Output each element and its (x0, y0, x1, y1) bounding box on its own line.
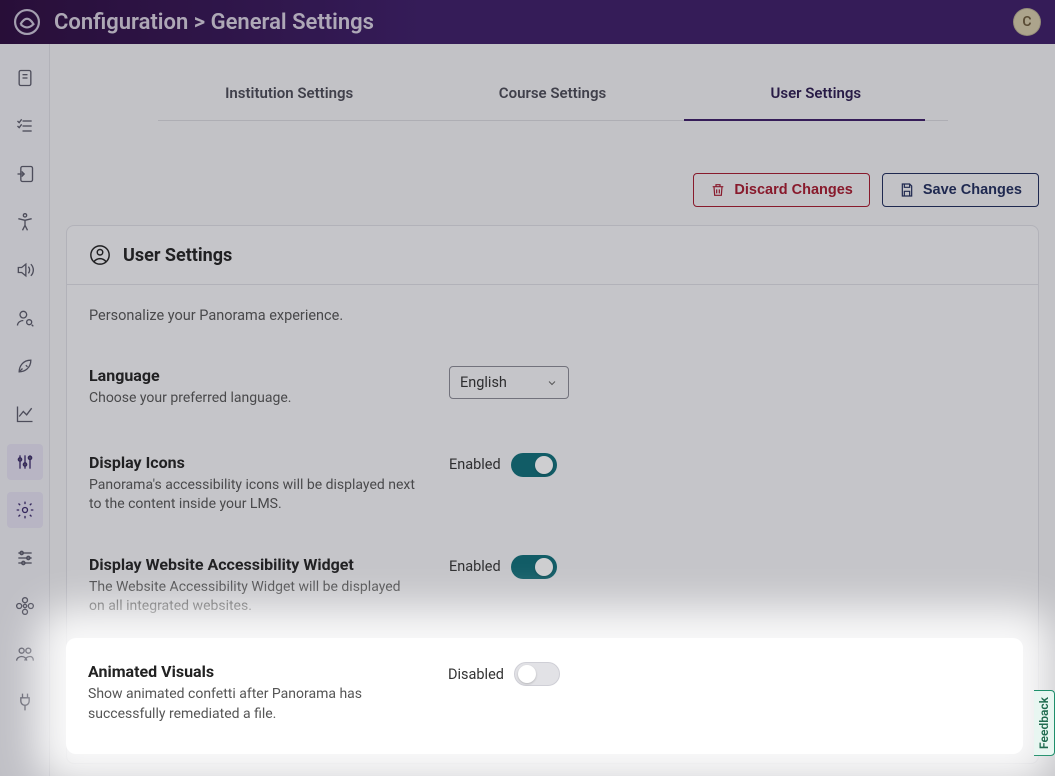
trash-icon (710, 182, 726, 198)
card-header: User Settings (67, 226, 1038, 285)
display-widget-toggle[interactable] (511, 555, 557, 579)
section-intro: Personalize your Panorama experience. (89, 307, 1016, 324)
sidebar-gear-icon[interactable] (7, 492, 43, 528)
action-buttons: Discard Changes Save Changes (50, 121, 1055, 225)
user-circle-icon (89, 244, 111, 266)
save-changes-button[interactable]: Save Changes (882, 173, 1039, 207)
language-title: Language (89, 366, 419, 385)
sidebar-accessibility-icon[interactable] (7, 204, 43, 240)
sidebar-equalizer-icon[interactable] (7, 540, 43, 576)
tab-user-settings[interactable]: User Settings (684, 84, 947, 120)
display-icons-title: Display Icons (89, 453, 419, 472)
sidebar-rocket-icon[interactable] (7, 348, 43, 384)
feedback-tab[interactable]: Feedback (1034, 690, 1055, 756)
animated-visuals-desc: Show animated confetti after Panorama ha… (88, 685, 418, 724)
sidebar-plug-icon[interactable] (7, 684, 43, 720)
setting-display-widget: Display Website Accessibility Widget The… (89, 515, 1016, 617)
setting-display-icons: Display Icons Panorama's accessibility i… (89, 409, 1016, 515)
card-title: User Settings (123, 245, 232, 266)
save-icon (899, 182, 915, 198)
language-value: English (460, 374, 507, 391)
display-widget-title: Display Website Accessibility Widget (89, 555, 419, 574)
tab-course-settings[interactable]: Course Settings (421, 84, 684, 120)
discard-changes-button[interactable]: Discard Changes (693, 173, 869, 207)
sidebar-flower-icon[interactable] (7, 588, 43, 624)
setting-animated-visuals: Animated Visuals Show animated confetti … (66, 638, 1023, 754)
display-widget-desc: The Website Accessibility Widget will be… (89, 578, 419, 617)
save-label: Save Changes (923, 182, 1022, 198)
settings-tabs: Institution Settings Course Settings Use… (158, 84, 948, 121)
app-logo-icon (14, 9, 40, 35)
discard-label: Discard Changes (734, 182, 852, 198)
sidebar-group-icon[interactable] (7, 636, 43, 672)
display-icons-desc: Panorama's accessibility icons will be d… (89, 476, 419, 515)
sidebar-chart-icon[interactable] (7, 396, 43, 432)
breadcrumb: Configuration > General Settings (54, 10, 374, 35)
sidebar-document-icon[interactable] (7, 60, 43, 96)
chevron-down-icon (546, 377, 558, 389)
animated-visuals-toggle[interactable] (514, 662, 560, 686)
sidebar-volume-icon[interactable] (7, 252, 43, 288)
tab-institution-settings[interactable]: Institution Settings (158, 84, 421, 120)
language-desc: Choose your preferred language. (89, 389, 419, 409)
animated-visuals-state: Disabled (448, 666, 504, 683)
sidebar-user-search-icon[interactable] (7, 300, 43, 336)
sidebar-checklist-icon[interactable] (7, 108, 43, 144)
sidebar-sliders-icon[interactable] (7, 444, 43, 480)
sidebar (0, 44, 50, 776)
setting-language: Language Choose your preferred language.… (89, 348, 1016, 409)
avatar[interactable]: C (1013, 8, 1041, 36)
topbar: Configuration > General Settings C (0, 0, 1055, 44)
tab-active-underline (684, 119, 925, 121)
language-select[interactable]: English (449, 366, 569, 399)
display-widget-state: Enabled (449, 558, 501, 575)
sidebar-import-icon[interactable] (7, 156, 43, 192)
display-icons-toggle[interactable] (511, 453, 557, 477)
animated-visuals-title: Animated Visuals (88, 662, 418, 681)
display-icons-state: Enabled (449, 456, 501, 473)
